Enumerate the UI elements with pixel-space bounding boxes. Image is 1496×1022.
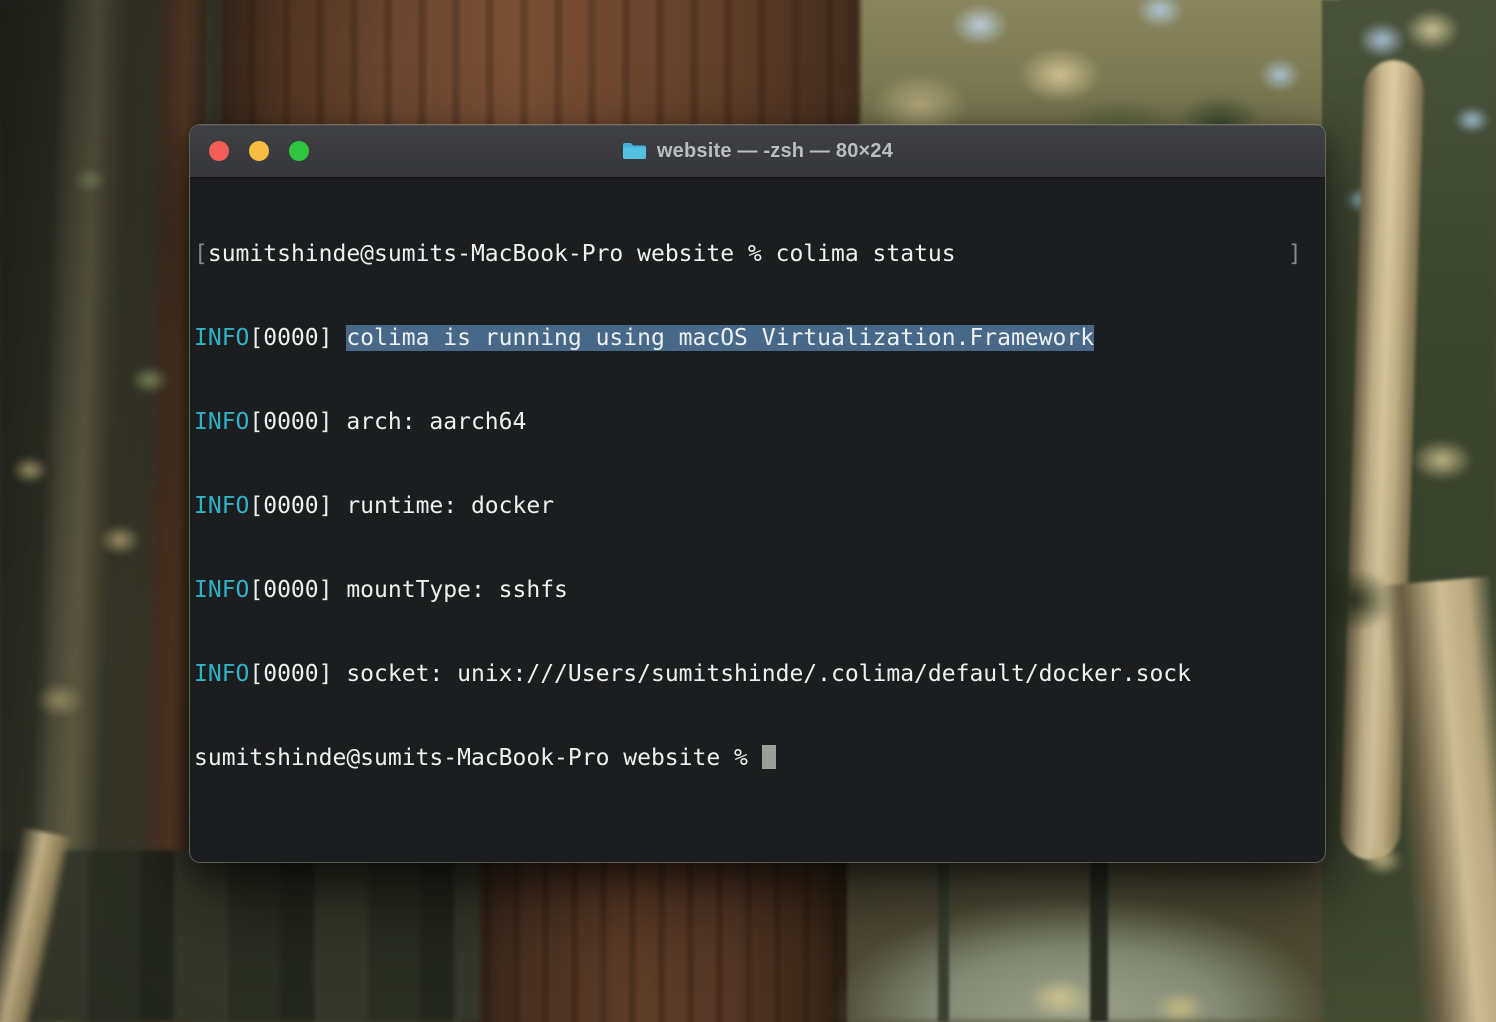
log-bracket: [0000] (249, 493, 346, 519)
terminal-content[interactable]: [sumitshinde@sumits-MacBook-Pro website … (190, 179, 1325, 862)
log-level: INFO (194, 325, 249, 351)
terminal-line-log: INFO[0000] arch: aarch64 (194, 408, 1325, 436)
log-level: INFO (194, 493, 249, 519)
terminal-cursor (762, 745, 776, 769)
log-bracket: [0000] (249, 409, 346, 435)
log-level: INFO (194, 409, 249, 435)
log-bracket: [0000] (249, 661, 346, 687)
zoom-button[interactable] (289, 141, 309, 161)
terminal-line-log: INFO[0000] socket: unix:///Users/sumitsh… (194, 660, 1325, 688)
terminal-mark-open: [ (194, 241, 208, 267)
log-bracket: [0000] (249, 577, 346, 603)
terminal-window: website — -zsh — 80×24 [sumitshinde@sumi… (190, 125, 1325, 862)
selected-text: colima is running using macOS Virtualiza… (346, 325, 1094, 351)
log-message: runtime: docker (346, 493, 554, 519)
terminal-line-log: INFO[0000] mountType: sshfs (194, 576, 1325, 604)
terminal-line-prompt: sumitshinde@sumits-MacBook-Pro website % (194, 744, 1325, 772)
terminal-line-log: INFO[0000] colima is running using macOS… (194, 324, 1325, 352)
window-title-text: website — -zsh — 80×24 (657, 140, 893, 163)
terminal-line-log: INFO[0000] runtime: docker (194, 492, 1325, 520)
terminal-line-command: [sumitshinde@sumits-MacBook-Pro website … (194, 240, 1325, 268)
log-level: INFO (194, 577, 249, 603)
prompt-text: sumitshinde@sumits-MacBook-Pro website % (194, 745, 762, 771)
window-titlebar[interactable]: website — -zsh — 80×24 (190, 125, 1325, 178)
minimize-button[interactable] (249, 141, 269, 161)
window-controls (209, 141, 309, 161)
log-message: mountType: sshfs (346, 577, 568, 603)
log-message: arch: aarch64 (346, 409, 526, 435)
log-bracket: [0000] (249, 325, 346, 351)
log-message: socket: unix:///Users/sumitshinde/.colim… (346, 661, 1191, 687)
window-title: website — -zsh — 80×24 (190, 125, 1325, 177)
command-text: sumitshinde@sumits-MacBook-Pro website %… (208, 241, 956, 267)
close-button[interactable] (209, 141, 229, 161)
folder-icon (622, 141, 647, 161)
log-level: INFO (194, 661, 249, 687)
terminal-mark-close: ] (1288, 240, 1302, 268)
